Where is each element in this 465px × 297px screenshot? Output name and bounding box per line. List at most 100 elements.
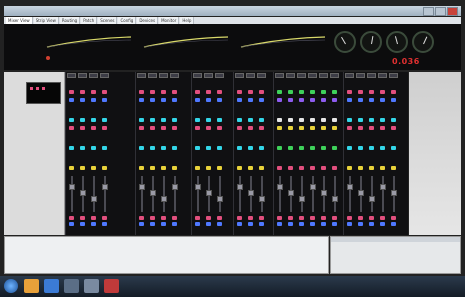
channel-header[interactable] bbox=[100, 73, 109, 78]
close-button[interactable] bbox=[447, 7, 458, 16]
tab-patch[interactable]: Patch bbox=[81, 17, 98, 24]
channel-button[interactable] bbox=[358, 90, 363, 94]
mute-button[interactable] bbox=[277, 216, 282, 220]
solo-button[interactable] bbox=[80, 222, 85, 226]
channel-button[interactable] bbox=[217, 90, 222, 94]
channel-button[interactable] bbox=[380, 166, 385, 170]
channel-button[interactable] bbox=[380, 146, 385, 150]
channel-button[interactable] bbox=[299, 90, 304, 94]
channel-button[interactable] bbox=[299, 98, 304, 102]
channel-button[interactable] bbox=[259, 98, 264, 102]
channel-button[interactable] bbox=[391, 126, 396, 130]
mute-button[interactable] bbox=[150, 216, 155, 220]
channel-button[interactable] bbox=[139, 98, 144, 102]
channel-header[interactable] bbox=[204, 73, 213, 78]
mute-button[interactable] bbox=[332, 216, 337, 220]
channel-button[interactable] bbox=[161, 166, 166, 170]
mute-button[interactable] bbox=[91, 216, 96, 220]
channel-button[interactable] bbox=[259, 118, 264, 122]
channel-button[interactable] bbox=[237, 166, 242, 170]
channel-button[interactable] bbox=[259, 90, 264, 94]
channel-button[interactable] bbox=[69, 146, 74, 150]
mute-button[interactable] bbox=[380, 216, 385, 220]
mute-button[interactable] bbox=[217, 216, 222, 220]
channel-button[interactable] bbox=[172, 146, 177, 150]
channel-button[interactable] bbox=[259, 146, 264, 150]
solo-button[interactable] bbox=[195, 222, 200, 226]
channel-button[interactable] bbox=[150, 126, 155, 130]
channel-button[interactable] bbox=[321, 98, 326, 102]
app-icon[interactable] bbox=[64, 279, 79, 293]
channel-header[interactable] bbox=[78, 73, 87, 78]
channel-button[interactable] bbox=[195, 118, 200, 122]
channel-button[interactable] bbox=[206, 98, 211, 102]
channel-button[interactable] bbox=[172, 90, 177, 94]
channel-button[interactable] bbox=[172, 118, 177, 122]
channel-button[interactable] bbox=[369, 90, 374, 94]
fader-handle[interactable] bbox=[237, 184, 243, 190]
channel-button[interactable] bbox=[369, 98, 374, 102]
channel-button[interactable] bbox=[288, 98, 293, 102]
solo-button[interactable] bbox=[380, 222, 385, 226]
channel-header[interactable] bbox=[170, 73, 179, 78]
channel-button[interactable] bbox=[91, 98, 96, 102]
fader-handle[interactable] bbox=[369, 196, 375, 202]
mute-button[interactable] bbox=[259, 216, 264, 220]
fader-handle[interactable] bbox=[206, 190, 212, 196]
channel-button[interactable] bbox=[358, 166, 363, 170]
fader-handle[interactable] bbox=[347, 184, 353, 190]
channel-header[interactable] bbox=[89, 73, 98, 78]
channel-button[interactable] bbox=[248, 166, 253, 170]
channel-button[interactable] bbox=[288, 166, 293, 170]
channel-button[interactable] bbox=[347, 166, 352, 170]
mute-button[interactable] bbox=[237, 216, 242, 220]
channel-header[interactable] bbox=[257, 73, 266, 78]
channel-button[interactable] bbox=[69, 90, 74, 94]
mute-button[interactable] bbox=[358, 216, 363, 220]
fader-handle[interactable] bbox=[321, 190, 327, 196]
channel-button[interactable] bbox=[299, 166, 304, 170]
channel-header[interactable] bbox=[286, 73, 295, 78]
solo-button[interactable] bbox=[217, 222, 222, 226]
fader-handle[interactable] bbox=[172, 184, 178, 190]
channel-button[interactable] bbox=[80, 98, 85, 102]
fader-handle[interactable] bbox=[80, 190, 86, 196]
mute-button[interactable] bbox=[369, 216, 374, 220]
channel-button[interactable] bbox=[248, 90, 253, 94]
channel-button[interactable] bbox=[69, 118, 74, 122]
solo-button[interactable] bbox=[237, 222, 242, 226]
channel-button[interactable] bbox=[237, 98, 242, 102]
solo-button[interactable] bbox=[172, 222, 177, 226]
solo-button[interactable] bbox=[161, 222, 166, 226]
mute-button[interactable] bbox=[102, 216, 107, 220]
channel-button[interactable] bbox=[332, 118, 337, 122]
channel-button[interactable] bbox=[217, 98, 222, 102]
fader-handle[interactable] bbox=[259, 196, 265, 202]
channel-button[interactable] bbox=[332, 98, 337, 102]
channel-button[interactable] bbox=[277, 118, 282, 122]
channel-button[interactable] bbox=[217, 166, 222, 170]
fader-handle[interactable] bbox=[217, 196, 223, 202]
channel-button[interactable] bbox=[358, 118, 363, 122]
channel-button[interactable] bbox=[369, 166, 374, 170]
app-icon[interactable] bbox=[84, 279, 99, 293]
mute-button[interactable] bbox=[139, 216, 144, 220]
channel-button[interactable] bbox=[277, 146, 282, 150]
tab-strip-view[interactable]: Strip View bbox=[33, 17, 59, 24]
channel-header[interactable] bbox=[330, 73, 339, 78]
channel-button[interactable] bbox=[277, 98, 282, 102]
channel-button[interactable] bbox=[332, 90, 337, 94]
channel-button[interactable] bbox=[310, 126, 315, 130]
channel-button[interactable] bbox=[288, 126, 293, 130]
channel-button[interactable] bbox=[391, 166, 396, 170]
channel-header[interactable] bbox=[308, 73, 317, 78]
channel-button[interactable] bbox=[102, 98, 107, 102]
solo-button[interactable] bbox=[248, 222, 253, 226]
channel-header[interactable] bbox=[389, 73, 398, 78]
solo-button[interactable] bbox=[206, 222, 211, 226]
channel-button[interactable] bbox=[161, 126, 166, 130]
mute-button[interactable] bbox=[347, 216, 352, 220]
channel-button[interactable] bbox=[237, 90, 242, 94]
channel-header[interactable] bbox=[159, 73, 168, 78]
channel-button[interactable] bbox=[161, 90, 166, 94]
